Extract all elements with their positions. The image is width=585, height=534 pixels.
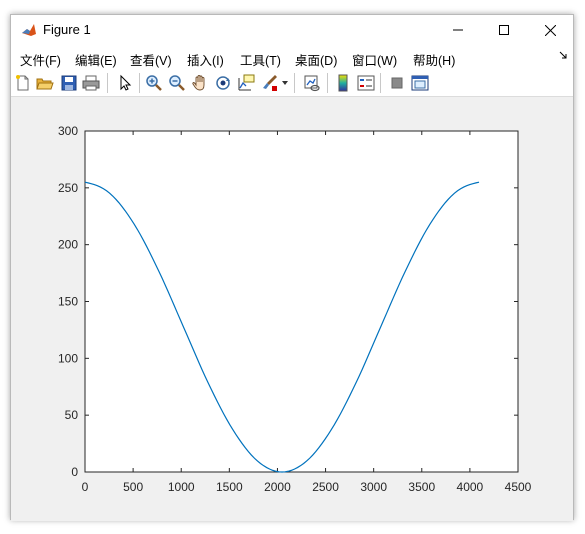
figure-window: Figure 1 文件(F) 编辑(E) 查看(V) 插入(I) 工具(T) 桌… — [10, 14, 574, 521]
x-tick-label: 2000 — [264, 480, 291, 494]
plot-svg: 0 500 1000 1500 2000 2500 3000 3500 4000 4500 0 50… — [58, 124, 532, 494]
x-tick-label: 500 — [123, 480, 143, 494]
zoom-out-icon[interactable] — [168, 74, 186, 92]
y-tick-label: 200 — [58, 238, 78, 252]
figure-toolbar — [11, 69, 573, 97]
menu-insert[interactable]: 插入(I) — [187, 50, 224, 69]
toolbar-separator — [327, 73, 328, 93]
y-tick-label: 0 — [71, 465, 78, 479]
x-tick-label: 3000 — [360, 480, 387, 494]
close-button[interactable] — [527, 15, 573, 45]
menu-view[interactable]: 查看(V) — [130, 50, 172, 69]
pan-icon[interactable] — [191, 74, 209, 92]
brush-icon[interactable] — [261, 74, 279, 92]
close-icon — [544, 24, 556, 36]
toolbar-separator — [380, 73, 381, 93]
rotate-3d-icon[interactable] — [214, 74, 232, 92]
matlab-logo-icon — [21, 22, 37, 38]
x-tick-label: 0 — [82, 480, 89, 494]
show-plot-tools-icon[interactable] — [411, 74, 429, 92]
x-tick-label: 1000 — [168, 480, 195, 494]
y-tick-label: 150 — [58, 295, 78, 309]
print-icon[interactable] — [82, 74, 100, 92]
menu-window[interactable]: 窗口(W) — [352, 50, 397, 69]
x-tick-label: 4000 — [457, 480, 484, 494]
minimize-icon — [453, 29, 463, 31]
x-tick-labels: 0 500 1000 1500 2000 2500 3000 3500 4000 4500 — [82, 480, 532, 494]
hide-plot-tools-icon[interactable] — [388, 74, 406, 92]
maximize-icon — [499, 25, 509, 35]
menu-bar: 文件(F) 编辑(E) 查看(V) 插入(I) 工具(T) 桌面(D) 窗口(W… — [11, 45, 573, 69]
pointer-icon[interactable] — [116, 74, 134, 92]
new-figure-icon[interactable] — [14, 74, 32, 92]
window-title: Figure 1 — [43, 22, 91, 37]
figure-canvas: 0 500 1000 1500 2000 2500 3000 3500 4000 4500 0 50… — [11, 97, 573, 521]
maximize-button[interactable] — [481, 15, 527, 45]
title-bar: Figure 1 — [11, 15, 573, 45]
open-file-icon[interactable] — [36, 74, 54, 92]
y-tick-label: 50 — [65, 408, 79, 422]
x-tick-label: 1500 — [216, 480, 243, 494]
y-tick-label: 250 — [58, 181, 78, 195]
x-tick-label: 4500 — [505, 480, 532, 494]
axes-area[interactable] — [84, 130, 519, 473]
save-icon[interactable] — [60, 74, 78, 92]
y-tick-label: 100 — [58, 351, 78, 365]
menu-help[interactable]: 帮助(H) — [413, 50, 455, 69]
menu-desktop[interactable]: 桌面(D) — [295, 50, 337, 69]
legend-icon[interactable] — [357, 74, 375, 92]
minimize-button[interactable] — [435, 15, 481, 45]
menu-edit[interactable]: 编辑(E) — [75, 50, 117, 69]
menu-file[interactable]: 文件(F) — [20, 50, 61, 69]
x-tick-label: 2500 — [312, 480, 339, 494]
y-tick-labels: 0 50 100 150 200 250 300 — [58, 124, 78, 479]
menu-tools[interactable]: 工具(T) — [240, 50, 281, 69]
zoom-in-icon[interactable] — [145, 74, 163, 92]
link-plot-icon[interactable] — [303, 74, 321, 92]
toolbar-separator — [294, 73, 295, 93]
y-tick-label: 300 — [58, 124, 78, 138]
toolbar-separator — [107, 73, 108, 93]
data-cursor-icon[interactable] — [237, 74, 255, 92]
toolbar-separator — [139, 73, 140, 93]
x-tick-label: 3500 — [408, 480, 435, 494]
chevron-icon[interactable] — [559, 51, 567, 59]
brush-dropdown-icon[interactable] — [282, 81, 288, 85]
colorbar-icon[interactable] — [334, 74, 352, 92]
